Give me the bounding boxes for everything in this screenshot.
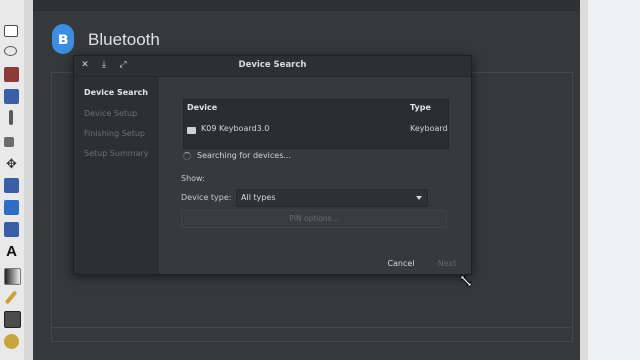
tool-palette: ✥ A	[0, 0, 25, 360]
device-type-label: Device type:	[181, 193, 232, 202]
column-header-device[interactable]: Device	[187, 103, 217, 112]
color-picker-tool-icon[interactable]	[4, 311, 21, 328]
clone-tool-icon[interactable]	[4, 334, 19, 349]
device-type: Keyboard	[410, 124, 448, 133]
spinner-icon	[183, 152, 191, 160]
fuzzy-select-tool-icon[interactable]	[4, 67, 19, 82]
foreground-select-tool-icon[interactable]	[4, 89, 19, 104]
crop-tool-icon[interactable]	[4, 178, 19, 193]
column-header-type[interactable]: Type	[410, 103, 431, 112]
blend-tool-icon[interactable]	[4, 268, 21, 285]
bottom-frame	[51, 327, 571, 346]
rect-select-tool-icon[interactable]	[4, 25, 18, 37]
pencil-tool-icon[interactable]	[4, 290, 18, 305]
text-tool-icon[interactable]: A	[4, 244, 19, 259]
align-tool-icon[interactable]	[4, 137, 14, 147]
desktop-background	[588, 0, 640, 360]
window-top-strip	[33, 0, 580, 11]
device-search-dialog: ✕ ⤓ ⤢ Device Search Device Search Device…	[73, 55, 472, 275]
device-type-value: All types	[241, 193, 276, 202]
page-title: Bluetooth	[88, 30, 160, 49]
paths-tool-icon[interactable]	[9, 110, 13, 125]
pin-options-button[interactable]: PIN options...	[181, 210, 447, 228]
rotate-tool-icon[interactable]	[4, 200, 19, 215]
move-tool-icon[interactable]: ✥	[4, 157, 19, 172]
keyboard-icon	[187, 127, 196, 134]
step-setup-summary: Setup Summary	[84, 149, 149, 158]
next-button[interactable]: Next	[429, 256, 465, 271]
bluetooth-icon: ʙ	[52, 24, 74, 54]
chevron-down-icon	[416, 196, 422, 200]
scale-tool-icon[interactable]	[4, 222, 19, 237]
step-device-search: Device Search	[84, 88, 148, 97]
lasso-tool-icon[interactable]	[4, 46, 17, 56]
dialog-header: ✕ ⤓ ⤢ Device Search	[74, 56, 471, 77]
device-name: K09 Keyboard3.0	[201, 124, 270, 133]
step-device-setup: Device Setup	[84, 109, 138, 118]
window-edge	[580, 0, 588, 360]
device-table: Device Type K09 Keyboard3.0 Keyboard	[183, 99, 449, 149]
dialog-main: Device Type K09 Keyboard3.0 Keyboard Sea…	[159, 77, 471, 274]
cancel-button[interactable]: Cancel	[381, 256, 421, 271]
resize-cursor-icon	[460, 275, 472, 287]
dialog-title: Device Search	[238, 60, 307, 70]
step-finishing-setup: Finishing Setup	[84, 129, 145, 138]
wizard-steps: Device Search Device Setup Finishing Set…	[74, 77, 159, 274]
search-status: Searching for devices...	[197, 151, 292, 160]
device-type-select[interactable]: All types	[236, 189, 428, 207]
show-label: Show:	[181, 174, 205, 183]
